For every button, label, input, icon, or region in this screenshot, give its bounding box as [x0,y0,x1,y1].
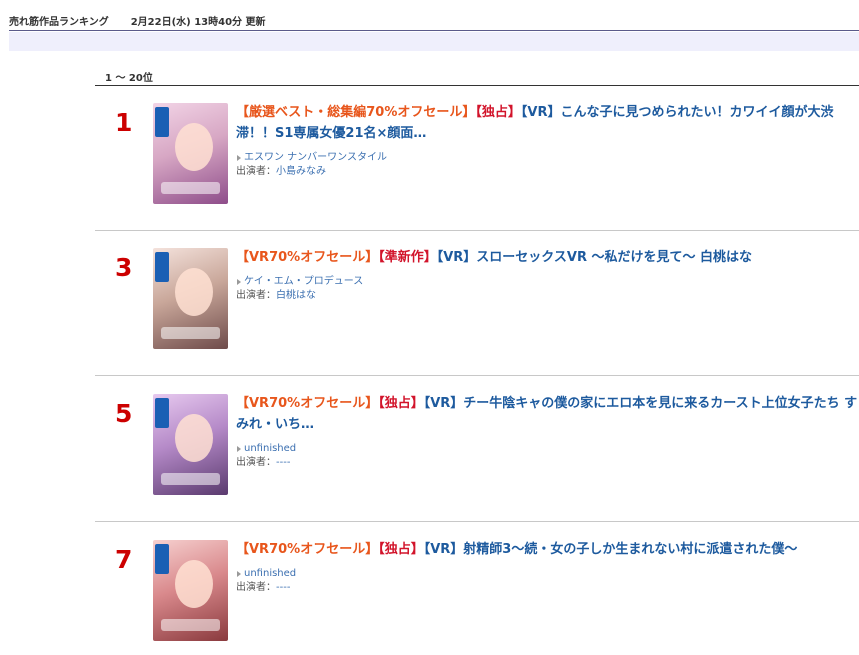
actors-line: 出演者：---- [236,456,859,470]
vr-badge-icon [155,107,169,137]
new-release-tag: 【準新作】 [378,250,437,265]
ranking-item: 5 【VR70%オフセール】【独占】【VR】チー牛陰キャの僕の家にエロ本を見に来… [95,377,859,522]
rank-number: 3 [115,253,133,282]
vr-tag: 【VR】 [436,250,477,265]
actor-link: ---- [276,457,291,468]
actor-link: ---- [276,582,291,593]
product-title-link[interactable]: 【VR70%オフセール】【独占】【VR】チー牛陰キャの僕の家にエロ本を見に来るカ… [236,393,859,435]
actors-line: 出演者：白桃はな [236,289,859,303]
maker-link[interactable]: unfinished [236,442,859,456]
updated-timestamp: 2月22日(水) 13時40分 更新 [130,17,266,28]
maker-link[interactable]: ケイ・エム・プロデュース [236,275,859,289]
vr-tag: 【VR】 [423,396,464,411]
thumbnail-face-shape [175,268,213,316]
sale-tag: 【VR70%オフセール】 [236,250,379,265]
ranking-item: 3 【VR70%オフセール】【準新作】【VR】スローセックスVR ～私だけを見て… [95,231,859,376]
actors-label: 出演者： [236,582,276,593]
item-info: 【厳選ベスト・総集編70%オフセール】【独占】【VR】こんな子に見つめられたい！… [236,102,859,179]
ranking-item: 1 【厳選ベスト・総集編70%オフセール】【独占】【VR】こんな子に見つめられた… [95,86,859,231]
product-title-link[interactable]: 【厳選ベスト・総集編70%オフセール】【独占】【VR】こんな子に見つめられたい！… [236,102,859,144]
item-info: 【VR70%オフセール】【独占】【VR】チー牛陰キャの僕の家にエロ本を見に来るカ… [236,393,859,470]
exclusive-tag: 【独占】 [378,396,424,411]
actor-link[interactable]: 白桃はな [276,290,316,301]
vr-tag: 【VR】 [520,105,561,120]
rank-number: 7 [115,545,133,574]
product-title-link[interactable]: 【VR70%オフセール】【独占】【VR】射精師3～続・女の子しか生まれない村に派… [236,539,859,560]
maker-link[interactable]: unfinished [236,567,859,581]
ranking-item: 7 【VR70%オフセール】【独占】【VR】射精師3～続・女の子しか生まれない村… [95,523,859,655]
rank-number: 1 [115,108,133,137]
thumbnail-caption-band [161,327,220,339]
actor-link[interactable]: 小島みなみ [276,166,326,177]
ranking-title-row: 売れ筋作品ランキング 2月22日(水) 13時40分 更新 [9,13,266,28]
product-thumbnail[interactable] [153,394,228,495]
ranking-title: 売れ筋作品ランキング [9,17,109,28]
sale-tag: 【厳選ベスト・総集編70%オフセール】 [236,105,476,120]
actors-line: 出演者：---- [236,581,859,595]
actors-label: 出演者： [236,166,276,177]
exclusive-tag: 【独占】 [475,105,521,120]
product-title: 射精師3～続・女の子しか生まれない村に派遣された僕～ [463,542,798,557]
product-thumbnail[interactable] [153,103,228,204]
actors-label: 出演者： [236,290,276,301]
sale-tag: 【VR70%オフセール】 [236,396,379,411]
sale-tag: 【VR70%オフセール】 [236,542,379,557]
product-title-link[interactable]: 【VR70%オフセール】【準新作】【VR】スローセックスVR ～私だけを見て～ … [236,247,859,268]
thumbnail-caption-band [161,182,220,194]
product-thumbnail[interactable] [153,248,228,349]
range-label: 1 ～ 20位 [105,73,153,84]
item-info: 【VR70%オフセール】【準新作】【VR】スローセックスVR ～私だけを見て～ … [236,247,859,303]
sub-nav-bar [9,32,859,51]
vr-badge-icon [155,252,169,282]
item-info: 【VR70%オフセール】【独占】【VR】射精師3～続・女の子しか生まれない村に派… [236,539,859,595]
thumbnail-caption-band [161,619,220,631]
vr-tag: 【VR】 [423,542,464,557]
item-divider [95,521,859,522]
rank-number: 5 [115,399,133,428]
exclusive-tag: 【独占】 [378,542,424,557]
item-divider [95,375,859,376]
product-thumbnail[interactable] [153,540,228,641]
thumbnail-face-shape [175,414,213,462]
actors-label: 出演者： [236,457,276,468]
vr-badge-icon [155,398,169,428]
thumbnail-face-shape [175,123,213,171]
vr-badge-icon [155,544,169,574]
ranking-header: 売れ筋作品ランキング 2月22日(水) 13時40分 更新 [9,0,859,31]
thumbnail-caption-band [161,473,220,485]
product-title: スローセックスVR ～私だけを見て～ 白桃はな [476,250,753,265]
thumbnail-face-shape [175,560,213,608]
maker-link[interactable]: エスワン ナンバーワンスタイル [236,151,859,165]
actors-line: 出演者：小島みなみ [236,165,859,179]
